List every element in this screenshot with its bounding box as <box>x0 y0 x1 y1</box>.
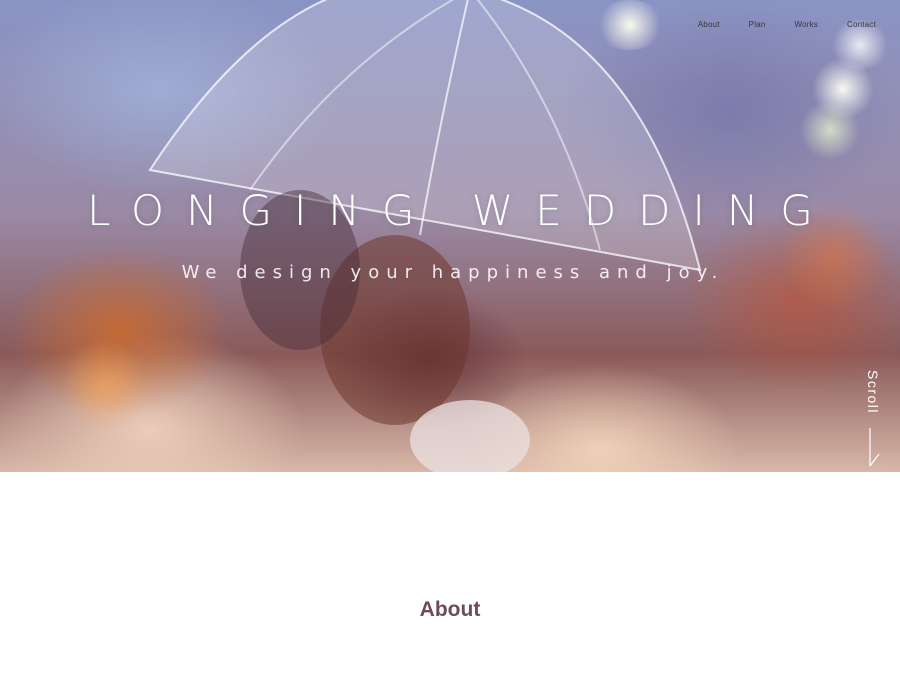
hero-image: About Plan Works Contact LONGING WEDDING… <box>0 0 900 472</box>
about-heading: About <box>419 598 481 621</box>
nav-item-plan[interactable]: Plan <box>749 20 766 29</box>
nav-item-contact[interactable]: Contact <box>847 20 876 29</box>
arrow-down-icon <box>869 428 880 467</box>
hero-title: LONGING WEDDING <box>87 186 835 235</box>
hero-tagline: We design your happiness and joy. <box>181 262 725 283</box>
scroll-indicator[interactable]: Scroll <box>858 370 888 470</box>
main-nav: About Plan Works Contact <box>669 20 876 29</box>
scroll-label: Scroll <box>865 370 881 415</box>
nav-item-about[interactable]: About <box>698 20 720 29</box>
nav-item-works[interactable]: Works <box>794 20 818 29</box>
umbrella-graphic <box>148 0 702 472</box>
